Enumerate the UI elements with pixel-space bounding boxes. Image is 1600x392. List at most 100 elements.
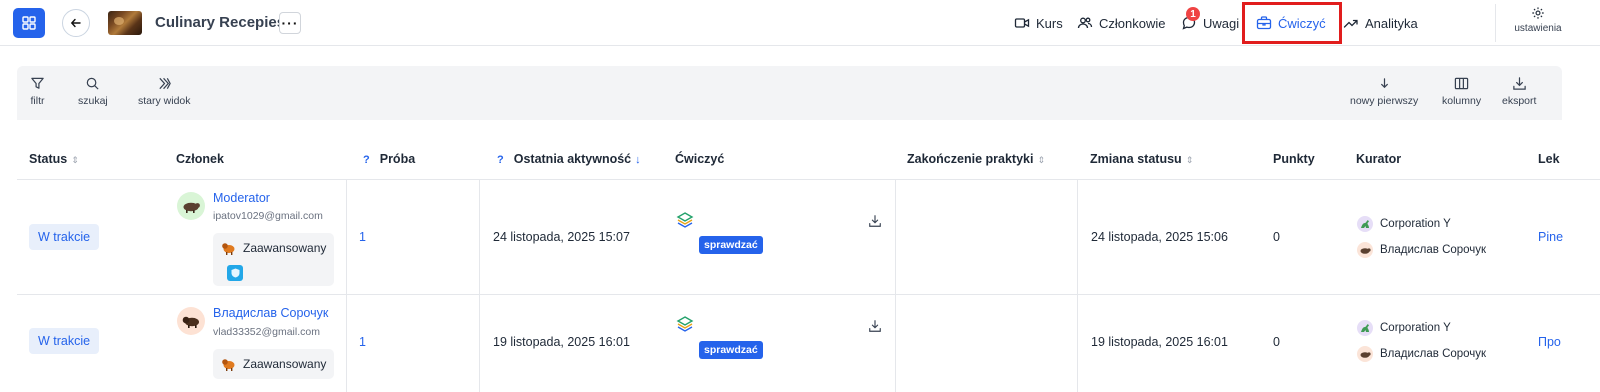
sort-icon: ⇕ bbox=[1037, 155, 1045, 165]
col-points-label: Punkty bbox=[1273, 152, 1315, 166]
attempt-link[interactable]: 1 bbox=[359, 335, 366, 349]
table-row[interactable]: W trakcie Владислав Сорочук vlad33352@gm… bbox=[17, 295, 1600, 392]
course-title: Culinary Recepies bbox=[155, 14, 286, 31]
table-toolbar: filtr szukaj stary widok nowy pierwszy k… bbox=[17, 66, 1562, 120]
video-icon bbox=[1014, 18, 1030, 28]
sort-newest-label: nowy pierwszy bbox=[1350, 95, 1419, 107]
level-line: Zaawansowany bbox=[221, 241, 326, 255]
col-lesson: Lek bbox=[1538, 152, 1560, 166]
nav-czlonkowie[interactable]: Członkowie bbox=[1077, 13, 1165, 33]
export-button[interactable]: eksport bbox=[1502, 76, 1536, 107]
curator-name: Владислав Сорочук bbox=[1380, 348, 1487, 360]
chevrons-icon bbox=[159, 77, 171, 90]
dino-avatar-icon bbox=[1357, 216, 1373, 232]
avatar bbox=[177, 307, 205, 335]
level-label: Zaawansowany bbox=[243, 357, 327, 371]
back-button[interactable] bbox=[62, 9, 90, 37]
help-icon[interactable]: ? bbox=[363, 154, 370, 166]
bison-icon bbox=[222, 243, 235, 255]
search-label: szukaj bbox=[78, 95, 108, 107]
grid-icon bbox=[22, 16, 36, 30]
export-label: eksport bbox=[1502, 95, 1537, 107]
download-icon[interactable] bbox=[868, 214, 882, 228]
status-badge[interactable]: W trakcie bbox=[29, 328, 100, 354]
column-divider bbox=[479, 295, 480, 392]
more-options-button[interactable]: ··· bbox=[279, 12, 301, 34]
nav-kurs[interactable]: Kurs bbox=[1014, 13, 1063, 33]
boar-avatar-icon bbox=[1357, 346, 1373, 362]
nav-czlonkowie-label: Członkowie bbox=[1099, 15, 1166, 31]
layers-icon bbox=[676, 316, 694, 332]
sort-icon: ⇕ bbox=[1185, 155, 1194, 165]
attempt-link[interactable]: 1 bbox=[359, 230, 366, 244]
col-member-label: Członek bbox=[176, 152, 224, 166]
curator-item[interactable]: Владислав Сорочук bbox=[1357, 242, 1486, 258]
download-icon[interactable] bbox=[868, 319, 882, 333]
check-button[interactable]: sprawdzać bbox=[699, 341, 763, 359]
download-icon bbox=[1512, 77, 1526, 90]
col-status-change-label: Zmiana statusu bbox=[1090, 152, 1182, 166]
avatar bbox=[177, 192, 205, 220]
curator-item[interactable]: Corporation Y bbox=[1357, 320, 1451, 336]
member-name-link[interactable]: Moderator bbox=[213, 191, 270, 205]
col-practice-label: Ćwiczyć bbox=[675, 152, 725, 166]
col-member: Członek bbox=[176, 152, 224, 166]
search-button[interactable]: szukaj bbox=[78, 76, 108, 107]
curator-item[interactable]: Владислав Сорочук bbox=[1357, 346, 1486, 362]
column-divider bbox=[479, 180, 480, 295]
col-attempt-label: Próba bbox=[379, 152, 416, 166]
gear-icon bbox=[1532, 7, 1544, 19]
column-divider bbox=[346, 295, 347, 392]
course-thumbnail[interactable] bbox=[108, 11, 142, 35]
column-divider bbox=[1077, 295, 1078, 392]
column-divider bbox=[895, 295, 896, 392]
col-practice-end[interactable]: Zakończenie praktyki ⇕ bbox=[907, 152, 1045, 166]
col-status-change[interactable]: Zmiana statusu ⇕ bbox=[1090, 152, 1193, 166]
status-badge[interactable]: W trakcie bbox=[29, 224, 100, 250]
old-view-button[interactable]: stary widok bbox=[138, 76, 191, 107]
top-bar: Culinary Recepies ··· Kurs Członkowie Uw… bbox=[0, 0, 1600, 46]
col-curator-label: Kurator bbox=[1356, 152, 1402, 166]
curator-name: Corporation Y bbox=[1380, 322, 1451, 334]
col-curator: Kurator bbox=[1356, 152, 1401, 166]
sort-icon: ⇕ bbox=[71, 155, 79, 165]
apps-grid-button[interactable] bbox=[13, 8, 45, 38]
lesson-link[interactable]: Про bbox=[1538, 335, 1561, 349]
col-points: Punkty bbox=[1273, 152, 1315, 166]
settings-label: ustawienia bbox=[1514, 23, 1562, 34]
points-value: 0 bbox=[1273, 335, 1280, 349]
check-button[interactable]: sprawdzać bbox=[699, 236, 763, 254]
sort-desc-icon: ↓ bbox=[635, 154, 641, 166]
filter-label: filtr bbox=[30, 95, 45, 107]
filter-icon bbox=[31, 77, 44, 89]
columns-button[interactable]: kolumny bbox=[1442, 76, 1481, 107]
old-view-label: stary widok bbox=[138, 95, 191, 107]
filter-button[interactable]: filtr bbox=[30, 76, 45, 107]
nav-kurs-label: Kurs bbox=[1036, 15, 1063, 31]
col-practice-end-label: Zakończenie praktyki bbox=[907, 152, 1034, 166]
curator-item[interactable]: Corporation Y bbox=[1357, 216, 1451, 232]
level-label: Zaawansowany bbox=[243, 241, 327, 255]
help-icon[interactable]: ? bbox=[497, 154, 504, 166]
table-header: Status ⇕ Członek ? Próba ? Ostatnia aktywno… bbox=[17, 140, 1600, 180]
member-name-link[interactable]: Владислав Сорочук bbox=[213, 306, 328, 320]
nav-uwagi-label: Uwagi bbox=[1203, 15, 1240, 31]
sort-newest-button[interactable]: nowy pierwszy bbox=[1350, 76, 1418, 107]
level-card: Zaawansowany bbox=[213, 349, 334, 379]
nav-analityka[interactable]: Analityka bbox=[1343, 13, 1418, 33]
nav-analityka-label: Analityka bbox=[1365, 15, 1418, 31]
columns-icon bbox=[1454, 77, 1469, 90]
column-divider bbox=[895, 180, 896, 295]
member-email: ipatov1029@gmail.com bbox=[213, 210, 323, 222]
trend-icon bbox=[1343, 19, 1358, 28]
boar-avatar-icon bbox=[183, 202, 200, 213]
table-row[interactable]: W trakcie Moderator ipatov1029@gmail.com… bbox=[17, 180, 1600, 295]
column-divider bbox=[346, 180, 347, 295]
notification-badge: 1 bbox=[1186, 7, 1200, 21]
lesson-link[interactable]: Pine bbox=[1538, 230, 1563, 244]
col-status[interactable]: Status ⇕ bbox=[29, 152, 79, 166]
col-last-activity[interactable]: ? Ostatnia aktywność ↓ bbox=[497, 152, 641, 166]
col-practice: Ćwiczyć bbox=[675, 152, 724, 166]
settings-button[interactable]: ustawienia bbox=[1505, 6, 1571, 40]
col-lesson-label: Lek bbox=[1538, 152, 1560, 166]
